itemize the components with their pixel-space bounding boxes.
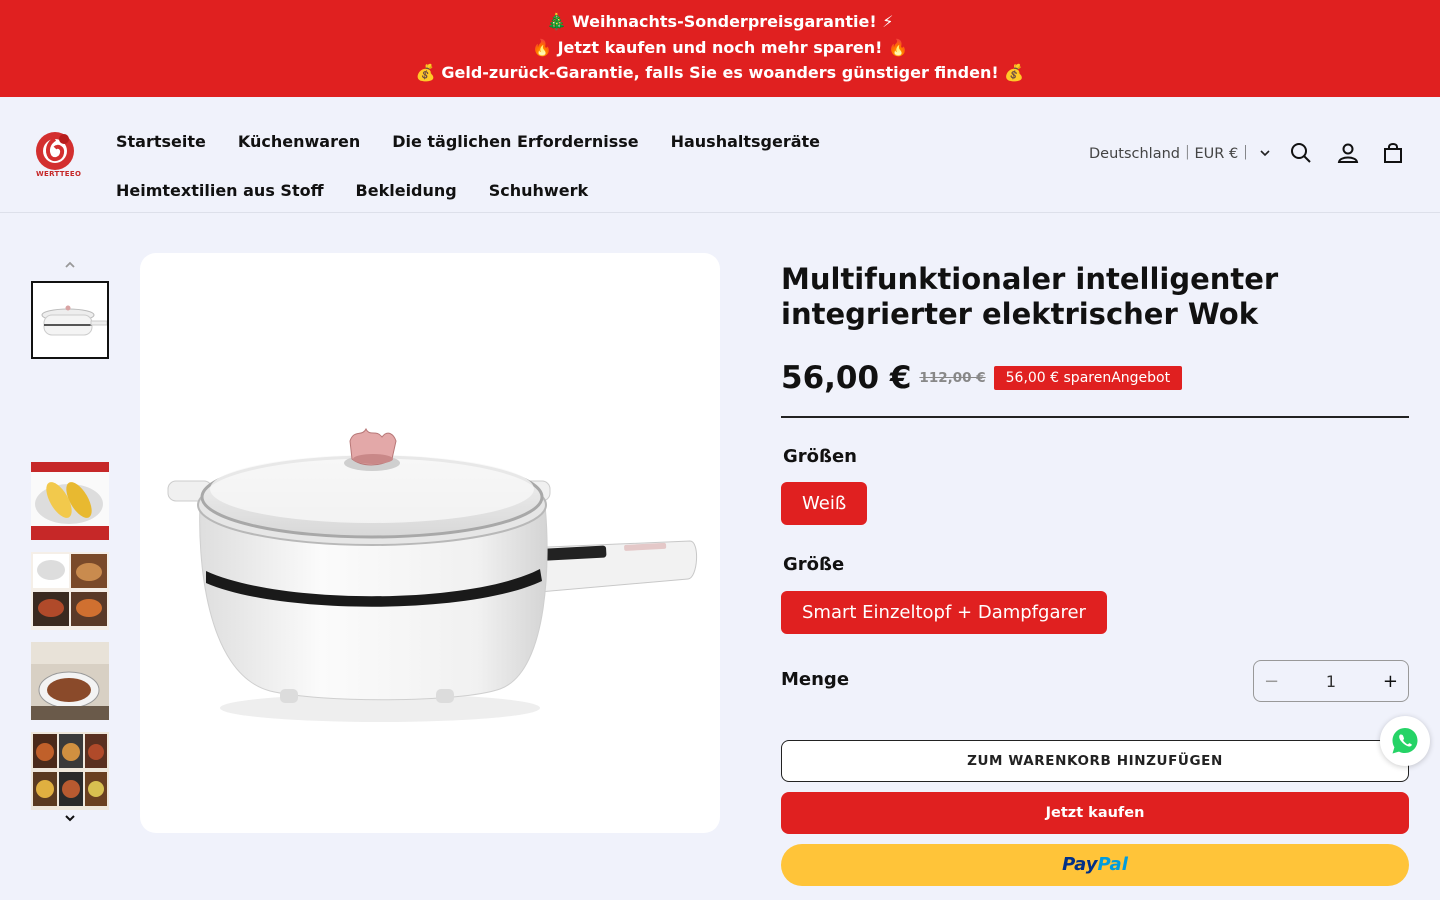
buy-now-button[interactable]: Jetzt kaufen [781,792,1409,834]
thumbnail-5[interactable] [31,732,109,810]
site-header: WERTTEEO Startseite Küchenwaren Die tägl… [0,97,1440,213]
wok-product-image [167,427,697,722]
thumbnail-3[interactable] [31,552,109,630]
add-to-cart-button[interactable]: ZUM WARENKORB HINZUFÜGEN [781,740,1409,782]
thumbnails-up-arrow-icon[interactable] [60,257,80,273]
nav-item-schuhwerk[interactable]: Schuhwerk [489,181,588,200]
announcement-line-2: 🔥 Jetzt kaufen und noch mehr sparen! 🔥 [532,37,908,57]
paypal-logo-text-2: Pal [1097,854,1128,875]
country-currency-label: Deutschland｜EUR €｜ [1089,146,1253,162]
search-icon[interactable] [1289,141,1313,165]
chevron-down-icon [1260,149,1270,156]
paypal-button[interactable]: PayPal [781,844,1409,886]
nav-item-heimtextilien[interactable]: Heimtextilien aus Stoff [116,181,324,200]
nav-item-haushaltsgeraete[interactable]: Haushaltsgeräte [671,132,820,151]
nav-item-bekleidung[interactable]: Bekleidung [356,181,457,200]
whatsapp-chat-button[interactable] [1380,716,1430,766]
thumbnail-cooking-image [31,642,109,720]
thumbnail-meals-grid-image [31,732,109,810]
thumbnail-4[interactable] [31,642,109,720]
price-divider [781,416,1409,418]
price-row: 56,00 € 112,00 € 56,00 € sparenAngebot [781,360,1183,396]
thumbnail-wok-image [33,283,107,357]
savings-badge: 56,00 € sparenAngebot [993,366,1183,390]
main-nav: Startseite Küchenwaren Die täglichen Erf… [116,117,876,215]
quantity-label: Menge [781,669,850,690]
main-product-image[interactable] [140,253,720,833]
option2-label: Größe [783,554,845,575]
brand-logo-text: WERTTEEO [36,170,82,178]
nav-item-taegliche-erfordernisse[interactable]: Die täglichen Erfordernisse [392,132,638,151]
product-title: Multifunktionaler intelligenter integrie… [781,262,1279,331]
thumbnail-2[interactable] [31,462,109,540]
thumbnails-down-arrow-icon[interactable] [60,811,80,827]
quantity-input[interactable]: 1 [1326,672,1336,691]
announcement-line-3: 💰 Geld-zurück-Garantie, falls Sie es woa… [415,63,1025,82]
option1-label: Größen [783,446,857,467]
sale-price: 56,00 € [781,360,912,396]
cart-icon[interactable] [1381,141,1405,165]
quantity-increase-button[interactable]: + [1383,671,1398,692]
quantity-decrease-button[interactable]: − [1264,671,1279,692]
paypal-logo-text-1: Pay [1062,854,1098,875]
nav-item-kuechenwaren[interactable]: Küchenwaren [238,132,360,151]
option1-value-button[interactable]: Weiß [781,482,868,525]
thumbnail-dishes-grid-image [31,552,109,630]
quantity-stepper: − 1 + [1253,660,1409,702]
account-icon[interactable] [1336,141,1360,165]
option2-value-button[interactable]: Smart Einzeltopf + Dampfgarer [781,591,1107,634]
announcement-bar: 🎄 Weihnachts-Sonderpreisgarantie! ⚡ 🔥 Je… [0,0,1440,97]
country-currency-selector[interactable]: Deutschland｜EUR €｜ [1089,142,1271,163]
announcement-line-1: 🎄 Weihnachts-Sonderpreisgarantie! ⚡ [546,12,894,31]
thumbnail-1[interactable] [31,281,109,359]
nav-item-startseite[interactable]: Startseite [116,132,206,151]
whatsapp-icon [1392,728,1418,754]
thumbnail-corn-image [31,462,109,540]
compare-at-price: 112,00 € [919,370,986,386]
